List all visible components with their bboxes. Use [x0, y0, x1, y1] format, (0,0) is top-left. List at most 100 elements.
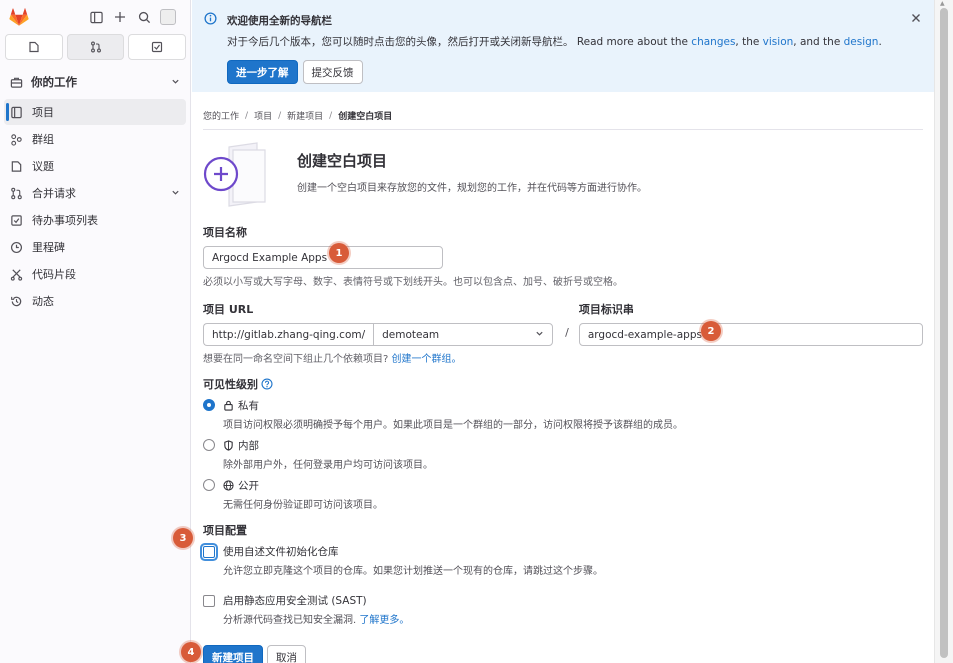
project-url-row: 项目 URL http://gitlab.zhang-qing.com/ dem…	[203, 301, 923, 346]
visibility-option-text: 私有 项目访问权限必须明确授予每个用户。如果此项目是一个群组的一部分，访问权限将…	[223, 398, 683, 431]
private-radio[interactable]	[203, 399, 215, 411]
visibility-option-text: 内部 除外部用户外，任何登录用户均可访问该项目。	[223, 438, 433, 471]
sidebar-item-todos[interactable]: 待办事项列表	[4, 207, 186, 233]
vision-link[interactable]: vision	[763, 36, 794, 48]
plus-icon[interactable]	[112, 9, 128, 25]
globe-icon	[223, 480, 234, 491]
url-prefix: http://gitlab.zhang-qing.com/	[203, 323, 374, 346]
breadcrumb-separator: /	[329, 110, 333, 121]
scrollbar-thumb[interactable]	[940, 8, 948, 658]
chevron-down-icon	[535, 329, 544, 341]
readme-checkbox[interactable]	[203, 546, 215, 558]
sast-option-text: 启用静态应用安全测试 (SAST) 分析源代码查找已知安全漏洞. 了解更多。	[223, 593, 409, 626]
sast-option[interactable]: 启用静态应用安全测试 (SAST) 分析源代码查找已知安全漏洞. 了解更多。	[203, 593, 923, 626]
project-name-input[interactable]	[203, 246, 443, 269]
question-icon[interactable]	[261, 378, 273, 390]
chevron-down-icon	[171, 75, 180, 89]
search-icon[interactable]	[136, 9, 152, 25]
gitlab-logo-icon[interactable]	[8, 6, 30, 28]
sidebar-item-label: 代码片段	[32, 268, 76, 281]
sidebar-item-snippets[interactable]: 代码片段	[4, 261, 186, 287]
project-config-label: 项目配置	[203, 524, 247, 537]
visibility-option-private[interactable]: 私有 项目访问权限必须明确授予每个用户。如果此项目是一个群组的一部分，访问权限将…	[203, 398, 923, 431]
visibility-option-title: 公开	[223, 478, 383, 493]
page-header-text: 创建空白项目 创建一个空白项目来存放您的文件，规划您的工作，并在代码等方面进行协…	[297, 150, 647, 194]
page-header: 创建空白项目 创建一个空白项目来存放您的文件，规划您的工作，并在代码等方面进行协…	[203, 142, 923, 208]
design-link[interactable]: design	[844, 36, 879, 48]
sast-desc-row: 分析源代码查找已知安全漏洞. 了解更多。	[223, 611, 409, 626]
visibility-option-title: 私有	[223, 398, 683, 413]
todo-icon	[152, 41, 163, 53]
readme-option-text: 使用自述文件初始化仓库 允许您立即克隆这个项目的仓库。如果您计划推送一个现有的仓…	[223, 544, 603, 577]
changes-link[interactable]: changes	[691, 36, 735, 48]
learn-more-button[interactable]: 进一步了解	[227, 60, 298, 84]
namespace-select[interactable]: demoteam	[373, 323, 554, 346]
merge-requests-count-button[interactable]	[66, 34, 125, 60]
project-slug-group: 项目标识串	[578, 301, 923, 346]
banner-text-part: 对于今后几个版本，您可以随时点击您的头像，然后打开或关闭新导航栏。 Read m…	[227, 36, 692, 48]
sidebar-item-issues[interactable]: 议题	[4, 153, 186, 179]
sidebar-section-your-work[interactable]: 你的工作	[4, 69, 186, 95]
project-icon	[10, 105, 24, 119]
breadcrumb-your-work[interactable]: 您的工作	[203, 109, 239, 122]
visibility-option-public[interactable]: 公开 无需任何身份验证即可访问该项目。	[203, 478, 923, 511]
sidebar-toggle-icon[interactable]	[88, 9, 104, 25]
form-actions: 4 新建项目 取消	[181, 642, 923, 663]
url-slash: /	[565, 326, 569, 339]
public-radio[interactable]	[203, 479, 215, 491]
milestone-icon	[10, 240, 24, 254]
scroll-up-arrow-icon[interactable]: ▲	[940, 0, 945, 7]
issues-count-button[interactable]	[5, 34, 63, 60]
snippet-icon	[10, 267, 24, 281]
step-marker-2: 2	[701, 321, 721, 341]
breadcrumb-projects[interactable]: 项目	[254, 109, 272, 122]
sidebar-item-merge-requests[interactable]: 合并请求	[4, 180, 186, 206]
info-icon	[204, 12, 217, 28]
sidebar-item-label: 里程碑	[32, 241, 65, 254]
banner-text-part: , and the	[793, 36, 844, 48]
sast-desc: 分析源代码查找已知安全漏洞.	[223, 615, 357, 626]
create-group-link[interactable]: 创建一个群组。	[392, 354, 462, 365]
visibility-label: 可见性级别	[203, 378, 258, 391]
create-project-button[interactable]: 新建项目	[203, 645, 263, 663]
project-config-group: 项目配置 3 使用自述文件初始化仓库 允许您立即克隆这个项目的仓库。如果您计划推…	[173, 522, 923, 626]
project-slug-input[interactable]	[578, 323, 923, 346]
shield-icon	[223, 440, 234, 451]
sidebar-item-activity[interactable]: 动态	[4, 288, 186, 314]
sidebar-item-projects[interactable]: 项目	[4, 99, 186, 125]
internal-desc: 除外部用户外，任何登录用户均可访问该项目。	[223, 460, 433, 471]
internal-radio[interactable]	[203, 439, 215, 451]
sast-title: 启用静态应用安全测试 (SAST)	[223, 595, 367, 607]
project-name-label: 项目名称	[203, 226, 247, 239]
visibility-label-row: 可见性级别	[203, 376, 923, 392]
merge-request-icon	[90, 41, 101, 53]
sidebar-item-label: 议题	[32, 160, 54, 173]
todo-icon	[10, 213, 24, 227]
public-desc: 无需任何身份验证即可访问该项目。	[223, 500, 383, 511]
visibility-option-internal[interactable]: 内部 除外部用户外，任何登录用户均可访问该项目。	[203, 438, 923, 471]
breadcrumb-separator: /	[278, 110, 282, 121]
banner-title: 欢迎使用全新的导航栏	[227, 15, 332, 27]
blank-project-illustration	[203, 142, 279, 208]
sidebar-item-label: 动态	[32, 295, 54, 308]
banner-actions: 进一步了解 提交反馈	[227, 60, 922, 84]
close-icon[interactable]	[911, 12, 921, 27]
new-navigation-banner: 欢迎使用全新的导航栏 对于今后几个版本，您可以随时点击您的头像，然后打开或关闭新…	[192, 0, 934, 92]
sidebar-item-milestones[interactable]: 里程碑	[4, 234, 186, 260]
group-help: 想要在同一命名空间下组止几个依赖项目? 创建一个群组。	[203, 350, 923, 365]
sast-checkbox[interactable]	[203, 595, 215, 607]
avatar[interactable]	[160, 9, 176, 25]
readme-option[interactable]: 使用自述文件初始化仓库 允许您立即克隆这个项目的仓库。如果您计划推送一个现有的仓…	[203, 544, 923, 577]
submit-feedback-button[interactable]: 提交反馈	[302, 60, 363, 84]
page-scrollbar[interactable]: ▲	[934, 0, 953, 663]
namespace-value: demoteam	[382, 328, 440, 341]
cancel-button[interactable]: 取消	[267, 645, 306, 663]
sast-learn-more-link[interactable]: 了解更多。	[359, 615, 409, 626]
group-help-text: 想要在同一命名空间下组止几个依赖项目?	[203, 354, 389, 365]
sidebar-item-groups[interactable]: 群组	[4, 126, 186, 152]
breadcrumb-new-project[interactable]: 新建项目	[287, 109, 323, 122]
page-description: 创建一个空白项目来存放您的文件，规划您的工作，并在代码等方面进行协作。	[297, 183, 647, 194]
todos-count-button[interactable]	[128, 34, 187, 60]
readme-title: 使用自述文件初始化仓库	[223, 546, 339, 558]
issues-icon	[29, 41, 39, 53]
